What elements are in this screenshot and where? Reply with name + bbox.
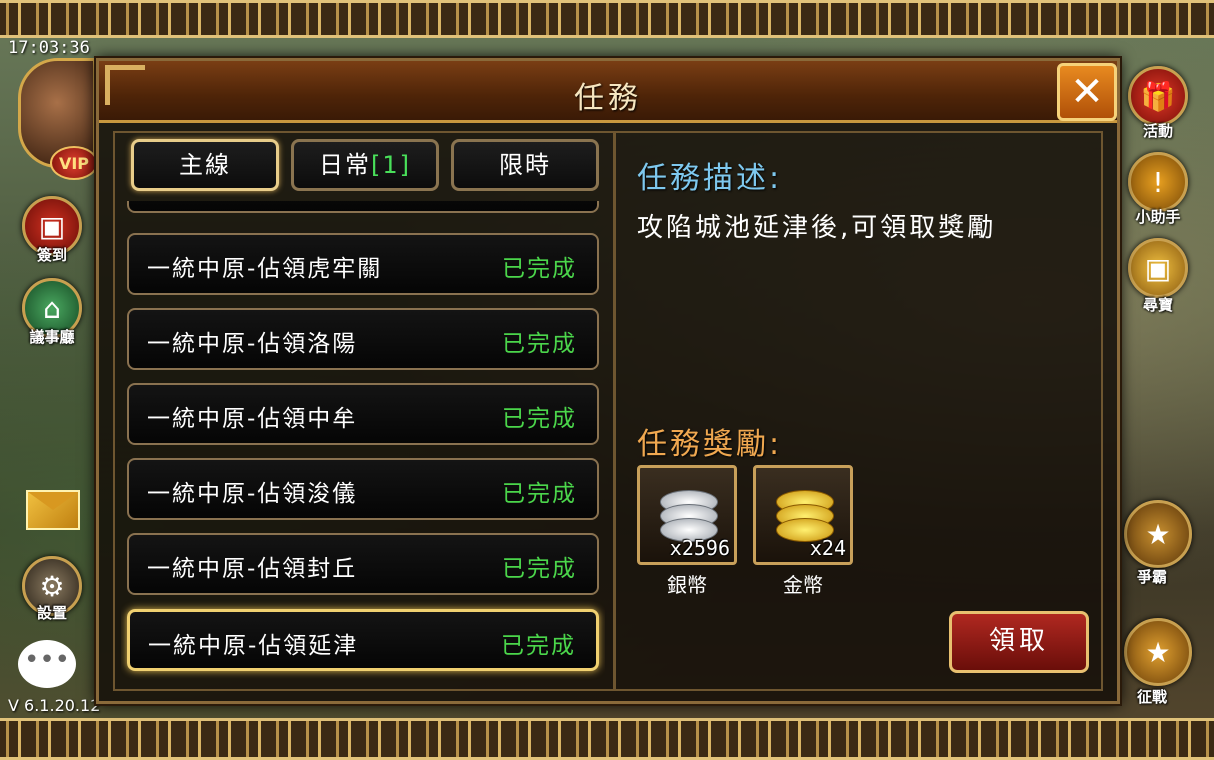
tab-label: 主線 <box>179 151 231 179</box>
quest-name: 一統中原-佔領封丘 <box>147 556 358 582</box>
quest-name: 一統中原-佔領浚儀 <box>147 481 358 507</box>
reward-count: x24 <box>809 536 846 560</box>
exclamation-icon[interactable]: ! <box>1128 152 1188 212</box>
council-hall-label: 議事廳 <box>29 328 75 346</box>
quest-name: 一統中原-佔領洛陽 <box>147 331 358 357</box>
quest-status: 已完成 <box>502 481 577 507</box>
quest-item[interactable]: 一統中原-佔領虎牢關 已完成 <box>127 233 599 295</box>
reward-slot-gold[interactable]: x24 <box>753 465 853 565</box>
dialog-title: 任務 <box>574 81 642 116</box>
campaign-label: 征戰 <box>1136 688 1167 706</box>
pane-divider <box>613 131 616 691</box>
tab-label: 限時 <box>499 151 551 179</box>
reward-name: 金幣 <box>783 573 823 597</box>
quest-status: 已完成 <box>502 556 577 582</box>
quest-item[interactable]: 一統中原-佔領中牟 已完成 <box>127 383 599 445</box>
top-ornament-band <box>0 0 1214 38</box>
quest-name: 一統中原-佔領中牟 <box>147 406 358 432</box>
events-label: 活動 <box>1142 122 1173 140</box>
tab-limited[interactable]: 限時 <box>451 139 599 191</box>
reward-count: x2596 <box>669 536 730 560</box>
quest-item-selected[interactable]: 一統中原-佔領延津 已完成 <box>127 609 599 671</box>
quest-status: 已完成 <box>502 331 577 357</box>
rewards-title: 任務獎勵: <box>637 427 783 462</box>
bottom-ornament-band <box>0 718 1214 760</box>
reward-name: 銀幣 <box>667 573 707 597</box>
clock: 17:03:36 <box>8 38 90 58</box>
close-icon: ✕ <box>1070 69 1104 115</box>
reward-slot-silver[interactable]: x2596 <box>637 465 737 565</box>
quest-item[interactable]: 一統中原-佔領浚儀 已完成 <box>127 458 599 520</box>
quest-name: 一統中原-佔領虎牢關 <box>147 256 383 282</box>
quest-status: 已完成 <box>502 256 577 282</box>
version-label: V 6.1.20.12 <box>8 696 101 715</box>
quest-name: 一統中原-佔領延津 <box>148 633 359 659</box>
list-item-partial[interactable] <box>127 201 599 213</box>
tab-daily[interactable]: 日常[1] <box>291 139 439 191</box>
claim-button[interactable]: 領取 <box>949 611 1089 673</box>
quest-status: 已完成 <box>502 406 577 432</box>
dialog-titlebar: 任務 ✕ <box>99 61 1117 123</box>
treasure-chest-icon[interactable]: ▣ <box>1128 238 1188 298</box>
quest-list[interactable]: 一統中原-佔領虎牢關 已完成 一統中原-佔領洛陽 已完成 一統中原-佔領中牟 已… <box>121 201 605 685</box>
description-text: 攻陷城池延津後,可領取獎勵 <box>637 213 997 243</box>
chat-bubble-icon[interactable]: ••• <box>18 640 76 688</box>
assistant-label: 小助手 <box>1135 208 1181 226</box>
dragon-icon[interactable]: ★ <box>1124 618 1192 686</box>
sign-in-label: 簽到 <box>36 246 67 264</box>
quest-item[interactable]: 一統中原-佔領封丘 已完成 <box>127 533 599 595</box>
quest-status: 已完成 <box>501 633 576 659</box>
settings-label: 設置 <box>36 604 67 622</box>
mail-icon[interactable] <box>26 490 80 530</box>
quest-item[interactable]: 一統中原-佔領洛陽 已完成 <box>127 308 599 370</box>
close-button[interactable]: ✕ <box>1057 63 1117 121</box>
gift-icon[interactable]: 🎁 <box>1128 66 1188 126</box>
tab-count-badge: [1] <box>371 151 411 179</box>
tab-main-quest[interactable]: 主線 <box>131 139 279 191</box>
description-title: 任務描述: <box>637 161 783 196</box>
treasure-hunt-label: 尋寶 <box>1142 296 1173 314</box>
vip-badge[interactable]: VIP <box>50 146 98 180</box>
dragon-icon[interactable]: ★ <box>1124 500 1192 568</box>
quest-dialog: 任務 ✕ 主線 日常[1] 限時 一統中原-佔領虎牢關 已完成 一統中原-佔領洛… <box>96 58 1120 704</box>
hegemony-label: 爭霸 <box>1136 568 1167 586</box>
tab-label: 日常 <box>319 151 371 179</box>
